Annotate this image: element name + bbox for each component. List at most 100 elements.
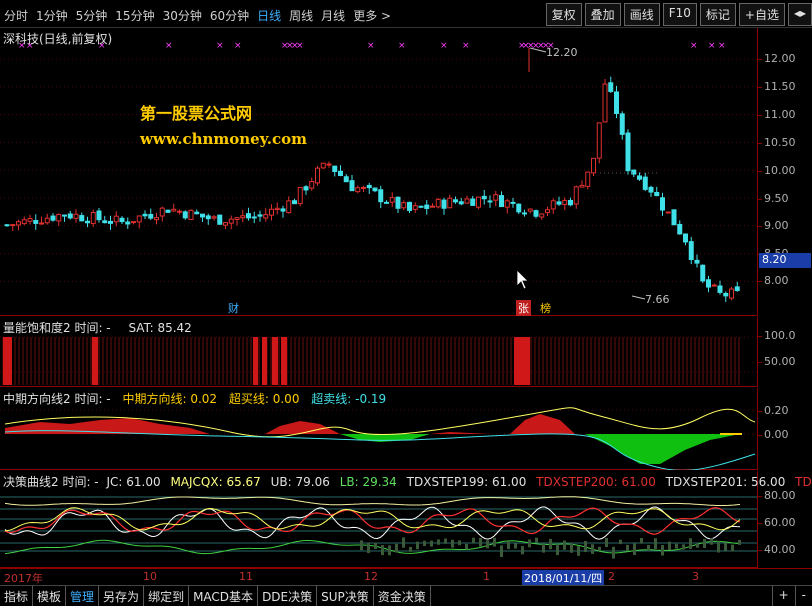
candle-body: [562, 199, 568, 205]
period-tab-3[interactable]: 15分钟: [115, 7, 154, 24]
decision-indicator-panel[interactable]: 决策曲线2 时间: - JC: 61.00 MAJCQX: 65.67 UB: …: [0, 471, 812, 568]
decision-axis-tick-0: 80.00: [758, 489, 796, 502]
candle-body: [378, 189, 384, 203]
period-tab-9[interactable]: 更多 >: [353, 7, 391, 24]
candle-body: [177, 210, 182, 213]
tool-button-2[interactable]: 画线: [623, 3, 660, 26]
kline-panel[interactable]: 深科技(日线,前复权) 第一股票公式网 www.chnmoney.com 12.…: [0, 28, 757, 316]
candle-body: [297, 186, 303, 205]
step200-line: [4, 507, 741, 535]
tab-0[interactable]: 指标: [0, 586, 34, 606]
tool-button-4[interactable]: 标记: [699, 3, 736, 26]
candle-body: [734, 286, 740, 291]
decision-volume-bar: [654, 538, 657, 549]
candle-body: [309, 181, 315, 189]
decision-volume-bar: [640, 537, 643, 544]
date-label-4: 1: [483, 570, 490, 583]
direction-title-row: 中期方向线2 时间: - 中期方向线: 0.02 超买线: 0.00 超卖线: …: [3, 390, 386, 407]
badge-limit-up[interactable]: 张: [516, 300, 531, 316]
signal-marker: ×: [440, 41, 448, 51]
decision-volume-bar: [591, 544, 594, 554]
stock-title: 深科技(日线,前复权): [3, 32, 113, 46]
period-tab-6[interactable]: 日线: [257, 7, 281, 24]
step201-value: TDXSTEP201: 56.00: [665, 475, 786, 489]
period-tab-8[interactable]: 月线: [321, 7, 345, 24]
period-tab-0[interactable]: 分时: [4, 7, 28, 24]
decision-volume-bar: [542, 543, 545, 553]
tab-6[interactable]: DDE决策: [258, 586, 318, 606]
candle-body: [435, 198, 441, 208]
tool-button-3[interactable]: F10: [662, 3, 697, 26]
candle-body: [412, 205, 418, 210]
signal-marker: ×: [216, 41, 224, 51]
candle-body: [556, 201, 562, 205]
decision-volume-bar: [724, 542, 727, 551]
candle-body: [27, 217, 33, 222]
decision-volume-bar: [423, 540, 426, 546]
period-tab-7[interactable]: 周线: [289, 7, 313, 24]
candle-body: [447, 197, 453, 209]
decision-volume-bar: [605, 537, 608, 548]
candle-body: [619, 113, 625, 135]
candle-body: [665, 211, 671, 214]
price-axis-tick-2: 11.00: [758, 108, 796, 121]
tool-button-6[interactable]: ◂▸: [787, 3, 812, 26]
tab-3[interactable]: 另存为: [99, 586, 145, 606]
period-tab-1[interactable]: 1分钟: [36, 7, 68, 24]
candle-body: [108, 220, 113, 224]
price-axis-tick-1: 11.50: [758, 80, 796, 93]
tool-button-0[interactable]: 复权: [545, 3, 582, 26]
tab-4[interactable]: 绑定到: [144, 586, 190, 606]
period-tab-5[interactable]: 60分钟: [210, 7, 249, 24]
sat-bar-thick: [272, 337, 278, 385]
candle-body: [401, 202, 407, 209]
candle-body: [608, 82, 614, 92]
zoom-button-0[interactable]: +: [771, 586, 795, 606]
signal-marker: ×: [708, 41, 716, 51]
tool-button-5[interactable]: +自选: [738, 3, 785, 26]
candle-body: [125, 221, 131, 225]
candle-body: [372, 187, 378, 192]
signal-marker: ×: [690, 41, 698, 51]
tab-1[interactable]: 模板: [33, 586, 67, 606]
candle-body: [50, 215, 56, 221]
decision-volume-bar: [668, 541, 671, 550]
candle-body: [602, 83, 608, 123]
step202-value: TDXSTE: [795, 475, 812, 489]
date-label-6: 2: [608, 570, 615, 583]
period-tab-2[interactable]: 5分钟: [76, 7, 108, 24]
candle-body: [694, 259, 700, 264]
badge-finance[interactable]: 财: [226, 300, 241, 316]
direction-area-down: [340, 434, 430, 442]
overbought-value: 超买线: 0.00: [228, 392, 300, 406]
watermark-logo: 第一股票公式网 www.chnmoney.com: [140, 100, 307, 148]
badge-dragon-list[interactable]: 榜: [538, 300, 553, 316]
candle-body: [136, 215, 142, 223]
direction-indicator-panel[interactable]: 中期方向线2 时间: - 中期方向线: 0.02 超买线: 0.00 超卖线: …: [0, 388, 757, 470]
candle-body: [366, 184, 372, 189]
bottom-tabs: 指标 模板 管理 另存为 绑定到 MACD基本 DDE决策 SUP决策 资金决策 + -: [0, 585, 812, 606]
logo-text-url: www.chnmoney.com: [140, 130, 307, 148]
ub-line: [4, 496, 741, 506]
candle-body: [240, 215, 246, 219]
date-label-7: 3: [692, 570, 699, 583]
decision-volume-bar: [619, 539, 622, 545]
candle-body: [234, 217, 240, 221]
sat-indicator-panel[interactable]: 量能饱和度2 时间: - SAT: 85.42: [0, 317, 757, 387]
candle-body: [343, 176, 349, 183]
high-price-label: 12.20: [546, 46, 578, 59]
tab-7[interactable]: SUP决策: [317, 586, 374, 606]
zoom-button-1[interactable]: -: [794, 586, 812, 606]
tab-8[interactable]: 资金决策: [374, 586, 431, 606]
candle-body: [642, 176, 648, 190]
candlestick-chart[interactable]: × × × × × × ×××× × × × × ××××××× × × ×: [0, 28, 757, 316]
candle-body: [476, 196, 481, 208]
tab-2[interactable]: 管理: [66, 586, 100, 606]
tool-button-1[interactable]: 叠加: [584, 3, 621, 26]
period-tab-4[interactable]: 30分钟: [163, 7, 202, 24]
tab-5[interactable]: MACD基本: [189, 586, 259, 606]
candle-body: [458, 201, 464, 205]
decision-volume-bar: [696, 543, 699, 548]
oversold-value: 超卖线: -0.19: [311, 392, 387, 406]
candle-body: [545, 209, 550, 214]
